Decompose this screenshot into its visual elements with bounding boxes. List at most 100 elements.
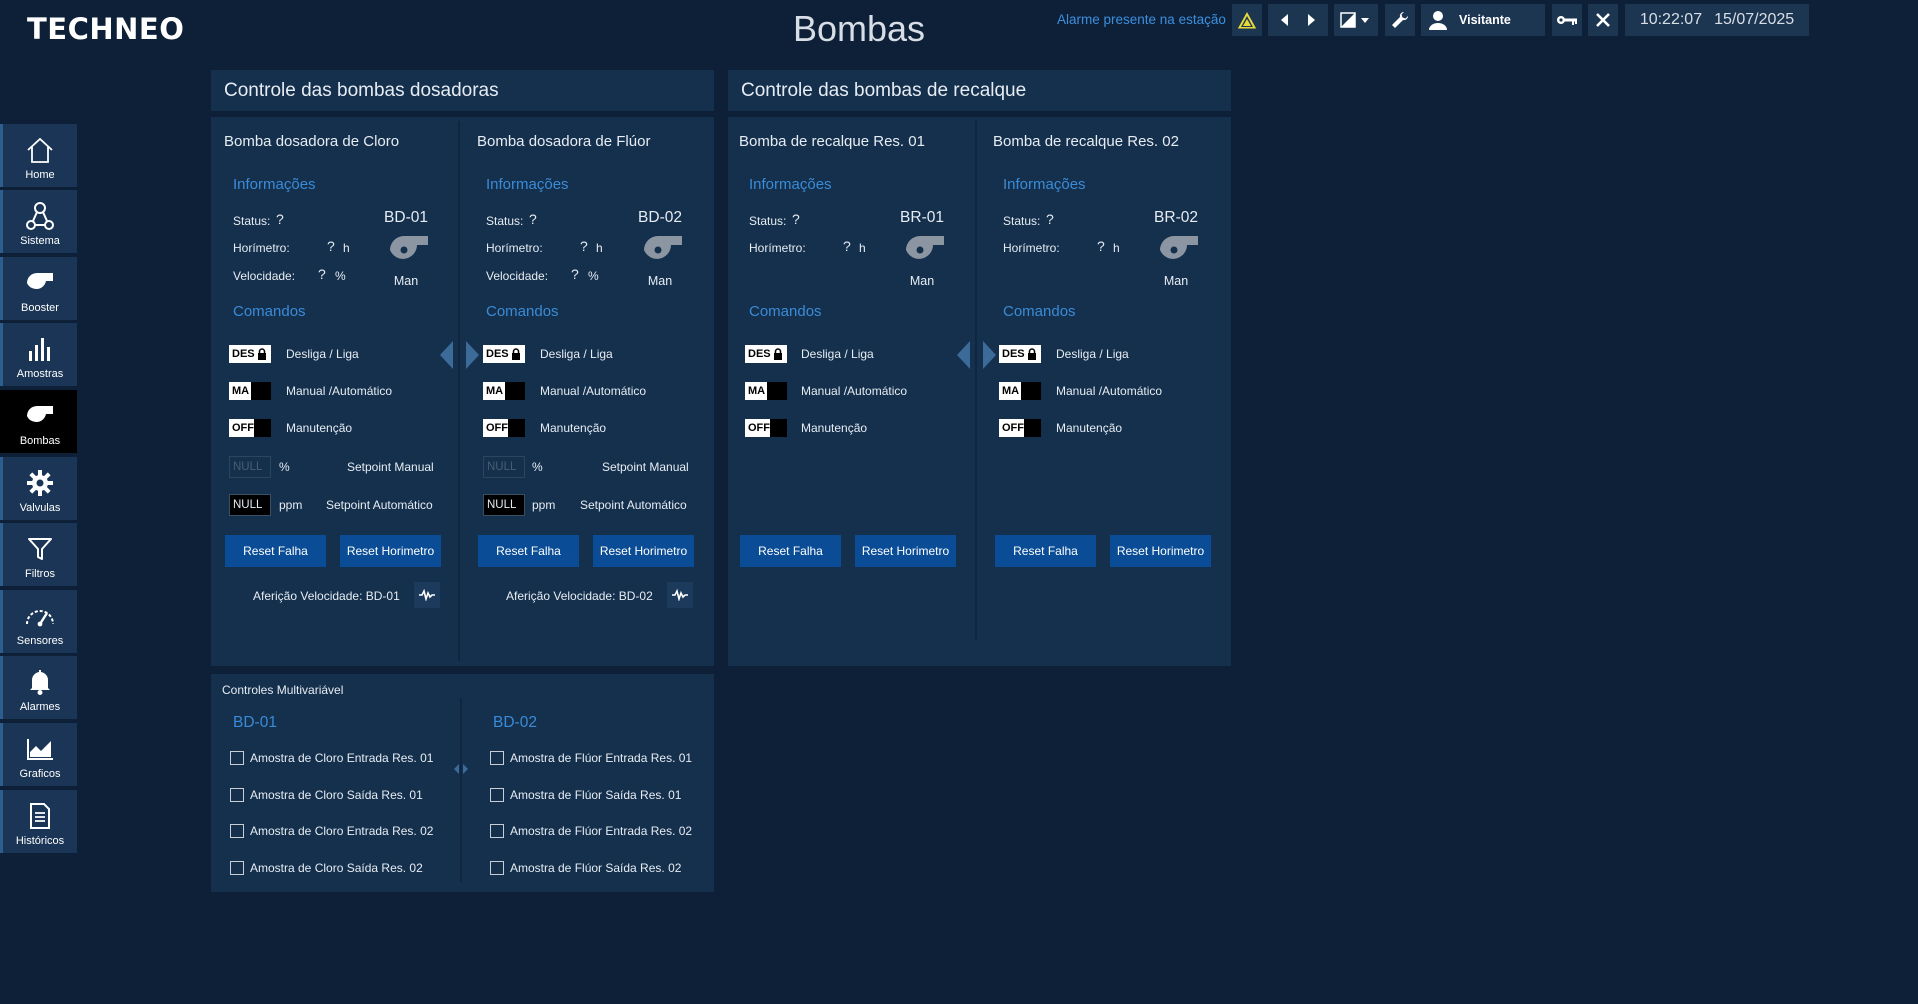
status-label: Status: [749, 214, 787, 228]
sidebar-item-bombas[interactable]: Bombas [0, 390, 77, 453]
reset-horimetro-button[interactable]: Reset Horimetro [1110, 535, 1211, 567]
reset-horimetro-button[interactable]: Reset Horimetro [593, 535, 694, 567]
manual-auto-toggle[interactable]: MA [483, 382, 525, 400]
sidebar-item-amostras[interactable]: Amostras [0, 323, 77, 386]
toggle-text: MA [748, 385, 766, 397]
user-icon [1429, 11, 1447, 30]
toggle-text: DES [232, 348, 255, 360]
reset-falha-button[interactable]: Reset Falha [995, 535, 1096, 567]
maintenance-toggle[interactable]: OFF [229, 419, 271, 437]
toggle-knob [1024, 419, 1041, 437]
command-label: Manutenção [801, 421, 868, 435]
setpoint-auto-input[interactable]: NULL [229, 494, 271, 516]
lock-icon [773, 348, 782, 360]
collapse-right-arrow[interactable] [983, 341, 996, 369]
collapse-left-arrow[interactable] [440, 341, 453, 369]
sidebar-item-label: Booster [21, 302, 59, 314]
manual-auto-toggle[interactable]: MA [229, 382, 271, 400]
toggle-knob [505, 382, 525, 400]
pump-title: Bomba de recalque Res. 02 [993, 133, 1179, 150]
on-off-toggle[interactable]: DES [483, 345, 525, 363]
pump-graphic[interactable] [902, 232, 946, 273]
pump-id: BR-02 [1154, 209, 1198, 226]
sample-checkbox[interactable] [230, 788, 244, 802]
user-button[interactable]: Visitante [1421, 4, 1545, 36]
close-button[interactable] [1588, 4, 1618, 36]
reset-horimetro-button[interactable]: Reset Horimetro [340, 535, 441, 567]
status-label: Status: [233, 214, 271, 228]
toggle-text: OFF [486, 422, 508, 434]
setpoint-auto-input[interactable]: NULL [483, 494, 525, 516]
alarm-warning-button[interactable] [1232, 4, 1262, 36]
setpoint-manual-unit: % [279, 460, 290, 474]
collapse-left-arrow[interactable] [957, 341, 970, 369]
split-arrows-icon [454, 764, 468, 774]
reset-falha-button[interactable]: Reset Falha [225, 535, 326, 567]
sidebar-item-label: Alarmes [19, 701, 61, 713]
velocidade-unit: % [588, 269, 599, 283]
horimetro-unit: h [1113, 241, 1120, 255]
pump-title: Bomba de recalque Res. 01 [739, 133, 925, 150]
reset-horimetro-button[interactable]: Reset Horimetro [855, 535, 956, 567]
gear-icon [27, 470, 53, 496]
display-mode-dropdown[interactable] [1334, 4, 1378, 36]
command-label: Manutenção [286, 421, 353, 435]
clock-time: 10:22:07 [1639, 11, 1703, 28]
arrow-left-icon[interactable] [1272, 10, 1298, 30]
sample-checkbox[interactable] [490, 824, 504, 838]
pump-mode: Man [1163, 274, 1189, 288]
lock-icon [1027, 348, 1036, 360]
info-section-title: Informações [486, 176, 569, 193]
sample-checkbox[interactable] [230, 824, 244, 838]
pump-graphic[interactable] [1156, 232, 1200, 273]
pump-graphic[interactable] [640, 232, 684, 273]
sample-checkbox[interactable] [490, 861, 504, 875]
velocidade-label: Velocidade: [233, 269, 296, 283]
setpoint-manual-input[interactable]: NULL [483, 456, 525, 478]
nav-arrows [1268, 4, 1328, 36]
horimetro-label: Horímetro: [233, 241, 290, 255]
sample-checkbox[interactable] [490, 788, 504, 802]
sidebar-item-booster[interactable]: Booster [0, 257, 77, 320]
reset-falha-button[interactable]: Reset Falha [740, 535, 841, 567]
lock-icon [511, 348, 520, 360]
info-section-title: Informações [233, 176, 316, 193]
setpoint-manual-input[interactable]: NULL [229, 456, 271, 478]
sidebar-item-alarmes[interactable]: Alarmes [0, 656, 77, 719]
sample-checkbox[interactable] [230, 751, 244, 765]
expand-icon[interactable] [452, 762, 470, 781]
on-off-toggle[interactable]: DES [229, 345, 271, 363]
manual-auto-toggle[interactable]: MA [745, 382, 787, 400]
sidebar-item-sistema[interactable]: Sistema [0, 190, 77, 253]
alarm-status-text[interactable]: Alarme presente na estação [1057, 12, 1226, 27]
sample-checkbox[interactable] [490, 751, 504, 765]
sidebar-item-valvulas[interactable]: Valvulas [0, 457, 77, 520]
settings-button[interactable] [1385, 4, 1415, 36]
pump-graphic[interactable] [386, 232, 430, 273]
maintenance-toggle[interactable]: OFF [483, 419, 525, 437]
command-label: Desliga / Liga [801, 347, 874, 361]
sidebar-item-filtros[interactable]: Filtros [0, 523, 77, 586]
sidebar-item-historicos[interactable]: Históricos [0, 790, 77, 853]
login-button[interactable] [1552, 4, 1582, 36]
collapse-right-arrow[interactable] [466, 341, 479, 369]
toggle-text: DES [748, 348, 771, 360]
sample-checkbox[interactable] [230, 861, 244, 875]
sidebar-item-graficos[interactable]: Graficos [0, 723, 77, 786]
afericao-button[interactable] [414, 582, 440, 608]
afericao-label: Aferição Velocidade: BD-02 [506, 589, 653, 603]
maintenance-toggle[interactable]: OFF [999, 419, 1041, 437]
arrow-right-icon[interactable] [1298, 10, 1324, 30]
on-off-toggle[interactable]: DES [999, 345, 1041, 363]
reset-falha-button[interactable]: Reset Falha [478, 535, 579, 567]
maintenance-toggle[interactable]: OFF [745, 419, 787, 437]
on-off-toggle[interactable]: DES [745, 345, 787, 363]
toggle-text: MA [232, 385, 250, 397]
sidebar-item-sensores[interactable]: Sensores [0, 590, 77, 653]
bar-chart-icon [29, 338, 50, 361]
afericao-button[interactable] [667, 582, 693, 608]
sidebar-item-home[interactable]: Home [0, 124, 77, 187]
horimetro-unit: h [343, 241, 350, 255]
manual-auto-toggle[interactable]: MA [999, 382, 1041, 400]
sidebar-item-label: Home [25, 169, 55, 181]
